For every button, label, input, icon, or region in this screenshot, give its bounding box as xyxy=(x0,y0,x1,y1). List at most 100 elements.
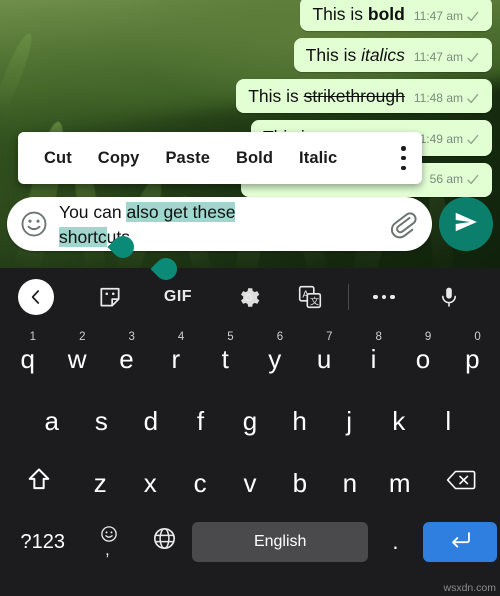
message-meta: 56 am xyxy=(430,172,483,186)
key-d[interactable]: d xyxy=(126,391,176,451)
message-composer-row: You can also get these shortcuts xyxy=(7,196,493,285)
message-input-pill[interactable]: You can also get these shortcuts xyxy=(7,197,432,251)
globe-icon xyxy=(152,526,177,558)
watermark: wsxdn.com xyxy=(443,582,496,594)
key-w-label: w xyxy=(67,343,87,374)
message-bubble[interactable]: This is strikethrough 11:48 am xyxy=(236,79,492,113)
context-menu-item-copy[interactable]: Copy xyxy=(98,149,140,168)
message-bubble[interactable]: This is italics 11:47 am xyxy=(293,38,492,72)
key-w-number: 2 xyxy=(79,331,86,343)
key-s[interactable]: s xyxy=(77,391,127,451)
key-r[interactable]: 4r xyxy=(151,329,200,389)
more-dots-icon[interactable] xyxy=(349,294,419,300)
key-t-label: t xyxy=(221,343,229,374)
key-f[interactable]: f xyxy=(176,391,226,451)
key-u-number: 7 xyxy=(326,331,333,343)
key-j[interactable]: j xyxy=(324,391,374,451)
sticker-icon[interactable] xyxy=(82,284,138,310)
message-time: 11:48 am xyxy=(413,91,463,105)
key-y-number: 6 xyxy=(276,331,284,343)
more-options-icon[interactable] xyxy=(401,146,406,170)
message-meta: 11:47 am xyxy=(414,50,483,64)
key-c[interactable]: c xyxy=(175,453,225,513)
key-t-number: 5 xyxy=(227,331,234,343)
key-q-number: 1 xyxy=(29,331,37,343)
key-i-label: i xyxy=(370,343,377,374)
key-l[interactable]: l xyxy=(423,391,473,451)
context-menu-item-cut[interactable]: Cut xyxy=(44,149,72,168)
context-menu-item-italic[interactable]: Italic xyxy=(299,149,337,168)
key-g[interactable]: g xyxy=(225,391,275,451)
chevron-left-icon[interactable] xyxy=(18,279,54,315)
paperclip-icon[interactable] xyxy=(388,209,418,239)
emoji-smiley-icon[interactable] xyxy=(19,209,49,239)
shift-arrow-icon xyxy=(25,466,53,501)
context-menu-item-bold[interactable]: Bold xyxy=(236,149,273,168)
key-z[interactable]: z xyxy=(75,453,125,513)
keyboard-row-1: 1q 2w 3e 4r 5t 6y 7u 8i 9o 0p xyxy=(3,328,497,390)
emoji-comma-key[interactable]: , xyxy=(83,512,138,572)
read-receipt-icon xyxy=(467,93,483,104)
message-bubble[interactable]: This is bold 11:47 am xyxy=(300,0,492,31)
key-k[interactable]: k xyxy=(374,391,424,451)
keyboard-row-4: ?123 , English . xyxy=(3,514,497,570)
context-menu-item-paste[interactable]: Paste xyxy=(165,149,210,168)
key-e[interactable]: 3e xyxy=(102,329,151,389)
key-u[interactable]: 7u xyxy=(299,329,348,389)
key-a[interactable]: a xyxy=(27,391,77,451)
enter-key[interactable] xyxy=(422,522,497,562)
shift-key[interactable] xyxy=(3,453,75,513)
send-button[interactable] xyxy=(439,197,493,251)
period-key[interactable]: . xyxy=(368,512,423,572)
key-r-label: r xyxy=(171,343,181,374)
send-plane-icon xyxy=(453,209,479,240)
message-text: This is strikethrough xyxy=(248,86,405,106)
translate-icon[interactable]: A 文 xyxy=(282,284,338,310)
keyboard-row-2: a s d f g h j k l xyxy=(3,390,497,452)
compose-selected-1: also get these xyxy=(126,202,236,222)
microphone-icon[interactable] xyxy=(419,285,479,309)
key-x[interactable]: x xyxy=(125,453,175,513)
read-receipt-icon xyxy=(467,174,483,185)
language-key[interactable] xyxy=(137,512,192,572)
space-key[interactable]: English xyxy=(192,522,369,562)
message-meta: 11:47 am xyxy=(414,9,483,23)
key-e-number: 3 xyxy=(128,331,135,343)
backspace-key[interactable] xyxy=(425,453,497,513)
gif-button[interactable]: GIF xyxy=(146,288,210,306)
key-p[interactable]: 0p xyxy=(448,329,497,389)
key-h[interactable]: h xyxy=(275,391,325,451)
compose-plain-1: You can xyxy=(59,202,127,222)
text-selection-context-menu: Cut Copy Paste Bold Italic xyxy=(18,132,422,184)
key-i-number: 8 xyxy=(375,331,382,343)
key-m[interactable]: m xyxy=(375,453,425,513)
message-time: 11:47 am xyxy=(413,50,463,64)
key-v[interactable]: v xyxy=(225,453,275,513)
key-q[interactable]: 1q xyxy=(3,329,52,389)
gear-icon[interactable] xyxy=(220,285,276,310)
key-n[interactable]: n xyxy=(325,453,375,513)
key-w[interactable]: 2w xyxy=(52,329,101,389)
key-u-label: u xyxy=(316,343,332,374)
backspace-icon xyxy=(446,468,476,499)
onscreen-keyboard: GIF A 文 1 q 2 w 3 e 4 r 5 t 6 y 7 u 8 i … xyxy=(0,268,500,596)
read-receipt-icon xyxy=(467,52,483,63)
message-styled-text: bold xyxy=(367,4,405,24)
key-o[interactable]: 9o xyxy=(398,329,447,389)
key-o-label: o xyxy=(415,343,431,374)
key-p-label: p xyxy=(465,343,480,374)
key-y[interactable]: 6y xyxy=(250,329,299,389)
key-i[interactable]: 8i xyxy=(349,329,398,389)
phone-screen: This is bold 11:47 am This is italics 11… xyxy=(0,0,500,596)
message-time: 56 am xyxy=(429,172,463,186)
message-styled-text: italics xyxy=(361,45,405,65)
key-o-number: 9 xyxy=(424,331,432,343)
symbols-key[interactable]: ?123 xyxy=(3,512,83,572)
key-y-label: y xyxy=(268,343,282,374)
key-t[interactable]: 5t xyxy=(201,329,250,389)
message-styled-text: strikethrough xyxy=(303,86,405,106)
message-meta: 11:48 am xyxy=(414,91,483,105)
key-b[interactable]: b xyxy=(275,453,325,513)
read-receipt-icon xyxy=(467,11,483,22)
message-input-text[interactable]: You can also get these shortcuts xyxy=(59,198,382,250)
